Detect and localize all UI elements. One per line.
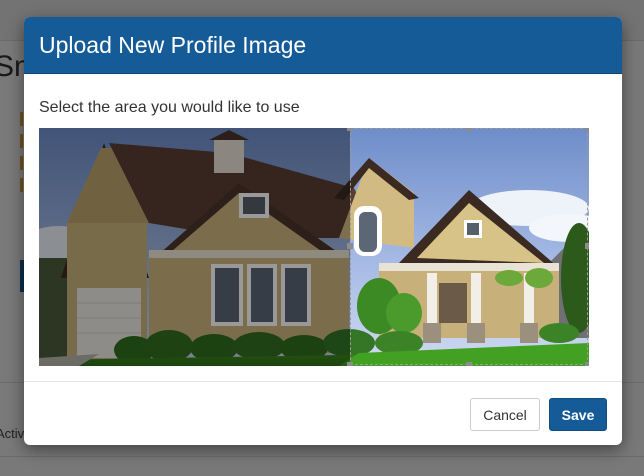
- crop-dim-overlay: [39, 128, 350, 366]
- crop-handle-top-right[interactable]: [585, 128, 589, 131]
- crop-handle-bottom-center[interactable]: [466, 362, 472, 366]
- dialog-footer: Cancel Save: [24, 381, 622, 445]
- cancel-button[interactable]: Cancel: [470, 398, 540, 431]
- dialog-header: Upload New Profile Image: [24, 17, 622, 74]
- crop-selection-box[interactable]: [347, 128, 589, 366]
- crop-handle-bottom-left[interactable]: [347, 362, 353, 366]
- crop-handle-middle-left[interactable]: [347, 243, 353, 249]
- image-crop-area[interactable]: [39, 128, 589, 366]
- save-button[interactable]: Save: [549, 398, 607, 431]
- dialog-title: Upload New Profile Image: [39, 31, 307, 58]
- crop-handle-top-center[interactable]: [466, 128, 472, 131]
- crop-instruction: Select the area you would like to use: [39, 99, 300, 116]
- crop-handle-middle-right[interactable]: [585, 243, 589, 249]
- crop-handle-bottom-right[interactable]: [585, 362, 589, 366]
- upload-profile-image-dialog: Upload New Profile Image Select the area…: [24, 17, 622, 445]
- crop-handle-top-left[interactable]: [347, 128, 353, 131]
